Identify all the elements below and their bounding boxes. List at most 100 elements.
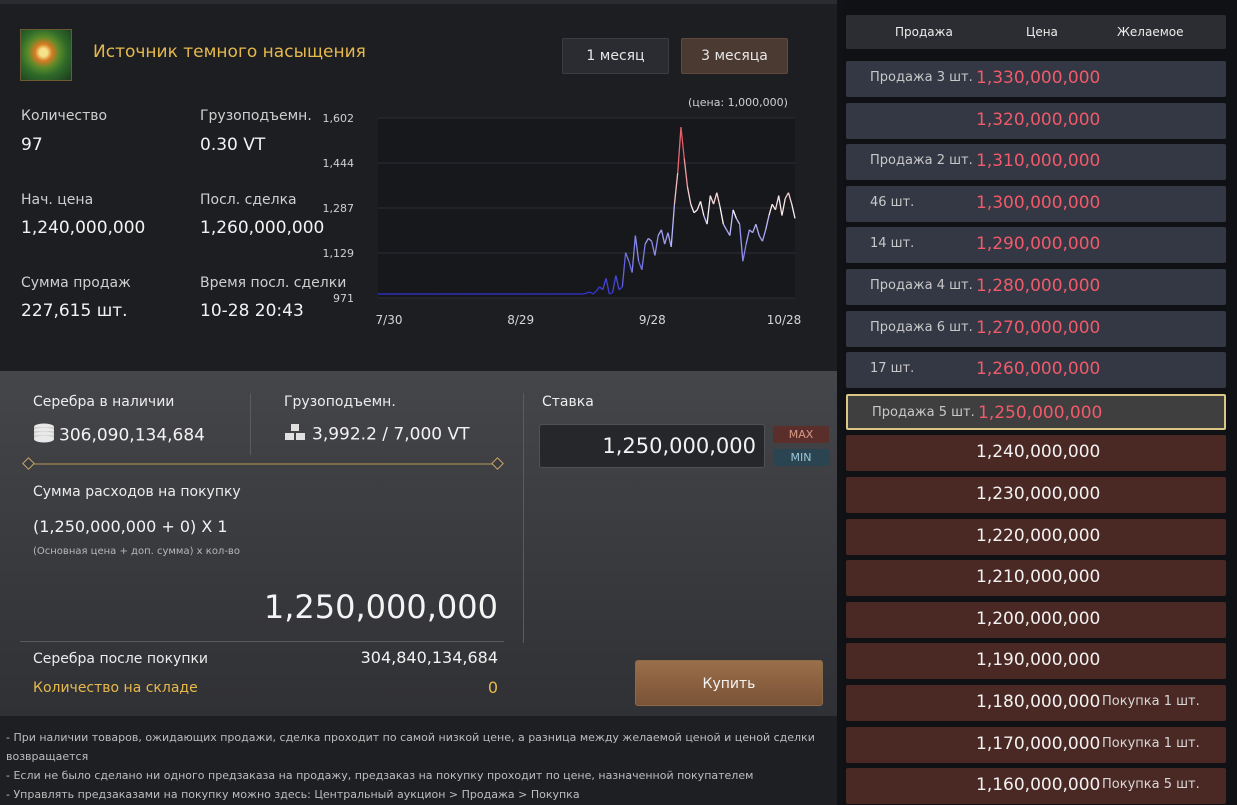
item-title: Источник темного насыщения [93, 42, 366, 62]
weight-label: Грузоподъемн. [200, 108, 312, 124]
row-quantity: Продажа 5 шт. [872, 404, 975, 420]
price-history-chart: 1,602 1,444 1,287 1,129 971 7/30 8/29 9/28 10/28 [320, 92, 810, 332]
x-tick-label: 9/28 [639, 313, 666, 327]
divider-vertical-bid [523, 393, 524, 643]
x-tick-label: 7/30 [376, 313, 403, 327]
orderbook-row[interactable]: 14 шт. 1,290,000,000 [846, 227, 1226, 264]
silver-after-value: 304,840,134,684 [360, 648, 498, 667]
total-sales-value: 227,615 шт. [21, 301, 128, 321]
price-chart-svg: 1,602 1,444 1,287 1,129 971 7/30 8/29 9/28 10/28 [323, 112, 802, 327]
series-line-segment [583, 292, 587, 295]
row-price: 1,200,000,000 [976, 608, 1101, 629]
orderbook-row[interactable]: 1,180,000,000 Покупка 1 шт. [846, 685, 1226, 721]
row-price: 1,270,000,000 [976, 317, 1101, 338]
orderbook-row[interactable]: 1,240,000,000 [846, 435, 1226, 472]
row-price: 1,170,000,000 [976, 733, 1101, 754]
row-price: 1,250,000,000 [978, 402, 1103, 423]
carry-weight-value-row: 3,992.2 / 7,000 VT [284, 423, 470, 446]
row-price: 1,210,000,000 [976, 567, 1101, 588]
row-quantity: Продажа 3 шт. [870, 70, 973, 85]
bid-label: Ставка [542, 394, 594, 410]
x-tick-label: 10/28 [767, 313, 802, 327]
orderbook-row[interactable]: Продажа 3 шт. 1,330,000,000 [846, 61, 1226, 97]
orderbook-header: Продажа Цена Желаемое [846, 15, 1226, 49]
purchase-cost-label: Сумма расходов на покупку [33, 484, 241, 500]
note-line: - Если не было сделано ни одного предзак… [6, 769, 754, 782]
divider-vertical [250, 393, 251, 455]
silver-value-row: 306,090,134,684 [33, 423, 205, 448]
row-quantity: 14 шт. [870, 236, 915, 252]
min-price-button[interactable]: MIN [773, 449, 829, 466]
buy-button[interactable]: Купить [635, 660, 823, 706]
note-line: - Управлять предзаказами на покупку можн… [6, 788, 580, 801]
row-price: 1,220,000,000 [976, 525, 1101, 546]
total-sales-label: Сумма продаж [21, 275, 131, 291]
orderbook-row[interactable]: 46 шт. 1,300,000,000 [846, 185, 1226, 222]
orderbook-row[interactable]: 1,160,000,000 Покупка 5 шт. [846, 768, 1226, 805]
quantity-label: Количество [21, 108, 108, 124]
y-tick-label: 1,287 [323, 202, 355, 215]
row-price: 1,260,000,000 [976, 359, 1101, 380]
purchase-total: 1,250,000,000 [263, 588, 498, 626]
row-price: 1,180,000,000 [976, 692, 1101, 712]
orderbook-row[interactable]: 1,320,000,000 [846, 102, 1226, 139]
y-tick-label: 1,602 [323, 112, 355, 125]
item-detail-panel: Источник темного насыщения 1 месяц 3 мес… [0, 0, 837, 805]
row-price: 1,310,000,000 [976, 151, 1101, 172]
base-price-value: 1,240,000,000 [21, 218, 146, 238]
y-tick-label: 1,129 [323, 247, 355, 260]
x-tick-label: 8/29 [507, 313, 534, 327]
orderbook-row[interactable]: 1,220,000,000 [846, 518, 1226, 555]
storage-quantity-label: Количество на складе [33, 680, 198, 696]
carry-weight-value: 3,992.2 / 7,000 VT [312, 424, 470, 445]
period-3-months-button[interactable]: 3 месяца [681, 38, 788, 74]
orderbook-row[interactable]: 17 шт. 1,260,000,000 [846, 352, 1226, 389]
bid-price-input[interactable]: 1,250,000,000 [539, 424, 765, 468]
orderbook-row[interactable]: 1,200,000,000 [846, 601, 1226, 638]
max-price-button[interactable]: MAX [773, 426, 829, 443]
orderbook-row[interactable]: Продажа 6 шт. 1,270,000,000 [846, 310, 1226, 347]
silver-label: Серебра в наличии [33, 394, 175, 410]
silver-coins-icon [33, 423, 55, 448]
row-price: 1,190,000,000 [976, 650, 1101, 671]
orderbook-row[interactable]: Продажа 2 шт. 1,310,000,000 [846, 144, 1226, 181]
row-quantity: Продажа 2 шт. [870, 153, 973, 169]
last-deal-time-value: 10-28 20:43 [200, 301, 304, 321]
total-separator [20, 641, 504, 642]
orderbook-row[interactable]: Продажа 5 шт. 1,250,000,000 [846, 393, 1226, 430]
storage-quantity-value: 0 [487, 678, 498, 697]
silver-value: 306,090,134,684 [59, 425, 206, 446]
row-price: 1,240,000,000 [976, 442, 1101, 463]
row-quantity: 17 шт. [870, 361, 915, 377]
silver-after-label: Серебра после покупки [33, 651, 209, 667]
header-price: Цена [1026, 25, 1058, 39]
row-desired: Покупка 1 шт. [1102, 694, 1200, 709]
base-price-label: Нач. цена [21, 192, 94, 208]
orderbook-row[interactable]: Продажа 4 шт. 1,280,000,000 [846, 269, 1226, 305]
ornament-divider [26, 463, 498, 465]
cost-formula: (1,250,000,000 + 0) X 1 [33, 517, 228, 536]
row-quantity: 46 шт. [870, 194, 915, 210]
y-tick-label: 1,444 [323, 157, 355, 170]
item-icon [20, 29, 72, 81]
row-price: 1,300,000,000 [976, 192, 1101, 213]
orderbook-row[interactable]: 1,170,000,000 Покупка 1 шт. [846, 726, 1226, 763]
row-price: 1,280,000,000 [976, 276, 1101, 296]
header-sale: Продажа [895, 25, 953, 39]
weight-boxes-icon [284, 423, 306, 446]
last-deal-value: 1,260,000,000 [200, 218, 325, 238]
period-1-month-button[interactable]: 1 месяц [562, 38, 669, 74]
cost-formula-note: (Основная цена + доп. сумма) x кол-во [33, 546, 240, 557]
carry-weight-label: Грузоподъемн. [284, 394, 396, 410]
row-quantity: Продажа 6 шт. [870, 319, 973, 335]
row-desired: Покупка 1 шт. [1102, 735, 1200, 751]
orderbook-row[interactable]: 1,230,000,000 [846, 477, 1226, 513]
row-price: 1,230,000,000 [976, 484, 1101, 504]
orderbook-row[interactable]: 1,210,000,000 [846, 560, 1226, 597]
note-line: - При наличии товаров, ожидающих продажи… [6, 731, 815, 763]
orderbook-row[interactable]: 1,190,000,000 [846, 643, 1226, 680]
weight-value: 0.30 VT [200, 135, 266, 155]
row-price: 1,330,000,000 [976, 68, 1101, 88]
row-desired: Покупка 5 шт. [1102, 777, 1200, 793]
row-price: 1,320,000,000 [976, 109, 1101, 130]
